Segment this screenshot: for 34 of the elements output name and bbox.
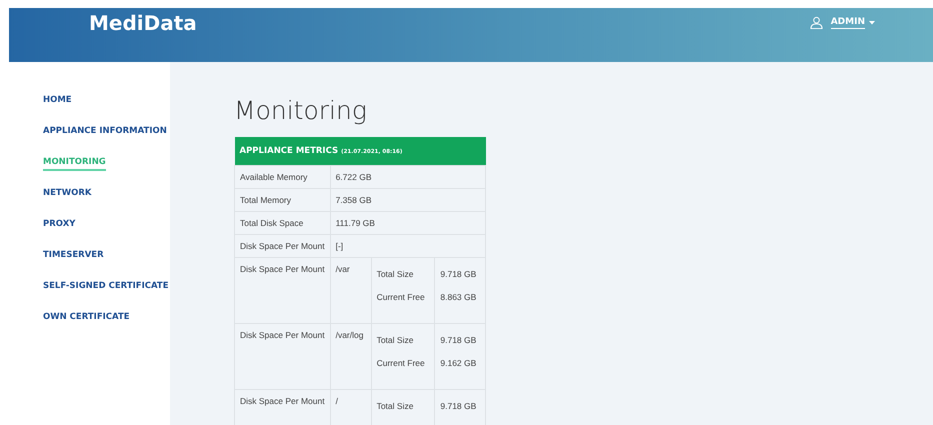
sidebar-item[interactable]: NETWORK bbox=[43, 188, 92, 202]
detail-label: Total Size bbox=[376, 400, 414, 413]
detail-label: Total Size bbox=[376, 334, 414, 347]
sidebar-item[interactable]: OWN CERTIFICATE bbox=[43, 312, 130, 326]
caret-icon bbox=[869, 20, 875, 24]
sidebar-item[interactable]: HOME bbox=[43, 95, 72, 109]
table-cell: Available Memory bbox=[234, 166, 330, 188]
table-cell: 7.358 GB bbox=[330, 188, 486, 212]
sidebar-item[interactable]: PROXY bbox=[43, 219, 76, 233]
sidebar-item[interactable]: SELF-SIGNED CERTIFICATE bbox=[43, 281, 169, 295]
detail-value: 9.162 GB bbox=[440, 357, 478, 370]
detail-value: 9.718 GB bbox=[440, 400, 478, 413]
sidebar-item[interactable]: TIMESERVER bbox=[43, 250, 104, 264]
table-cell: Disk Space Per Mount bbox=[234, 324, 330, 390]
table-cell: Total Memory bbox=[234, 188, 330, 212]
detail-label: Current Free bbox=[376, 291, 426, 304]
table-cell: Disk Space Per Mount bbox=[234, 258, 330, 324]
table-cell: 6.722 GB bbox=[330, 166, 486, 188]
user-icon bbox=[810, 16, 823, 29]
detail-value: 9.718 GB bbox=[440, 334, 478, 347]
table-cell: Disk Space Per Mount bbox=[234, 234, 330, 258]
table-cell: 111.79 GB bbox=[330, 212, 486, 234]
logo-text: MediData bbox=[89, 11, 197, 35]
detail-label: Total Size bbox=[376, 268, 414, 281]
table-cell: /var/log bbox=[330, 324, 372, 390]
detail-label: Current Free bbox=[376, 357, 426, 370]
detail-value: 8.863 GB bbox=[440, 291, 478, 304]
table-cell: /var bbox=[330, 258, 372, 324]
table-cell: Disk Space Per Mount bbox=[234, 390, 330, 425]
page-title: Monitoring bbox=[234, 96, 368, 125]
table-cell: Total Disk Space bbox=[234, 212, 330, 234]
sidebar-item[interactable]: APPLIANCE INFORMATION bbox=[43, 126, 167, 140]
detail-value: 9.718 GB bbox=[440, 268, 478, 281]
table-cell: [-] bbox=[330, 234, 486, 258]
